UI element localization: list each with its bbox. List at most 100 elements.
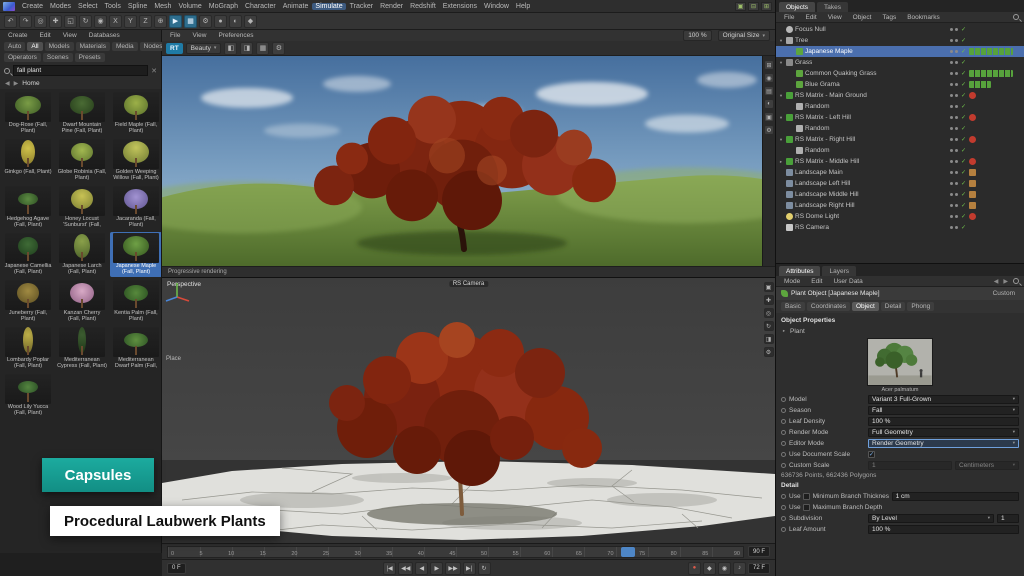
keyframe-dot[interactable] bbox=[781, 441, 786, 446]
object-menu-item[interactable]: Tags bbox=[879, 14, 899, 21]
keyframe-dot[interactable] bbox=[781, 527, 786, 532]
attribute-search-icon[interactable] bbox=[1013, 278, 1019, 284]
plant-asset-item[interactable]: Jacaranda (Fall, Plant) bbox=[110, 185, 161, 230]
panel-tab[interactable]: Objects bbox=[779, 2, 815, 12]
object-menu-item[interactable]: File bbox=[781, 14, 797, 21]
layout-icon[interactable]: ▣ bbox=[735, 2, 746, 11]
editor-visibility-dot[interactable] bbox=[950, 193, 953, 196]
editor-visibility-dot[interactable] bbox=[950, 127, 953, 130]
menu-item[interactable]: Mesh bbox=[151, 3, 174, 10]
asset-menu-item[interactable]: Edit bbox=[37, 32, 54, 39]
forward-icon[interactable]: ▶ bbox=[14, 80, 19, 87]
menu-item[interactable]: MoGraph bbox=[206, 3, 241, 10]
property-value[interactable]: 1 cm bbox=[892, 492, 1019, 501]
render-toolbar-icon[interactable]: ⚙ bbox=[272, 42, 285, 55]
menu-item[interactable]: Spline bbox=[125, 3, 150, 10]
asset-menu-item[interactable]: View bbox=[60, 32, 80, 39]
toolbar-icon[interactable]: ▶ bbox=[169, 15, 182, 28]
object-row[interactable]: Landscape Left Hill bbox=[776, 178, 1024, 189]
layout-icon[interactable]: ⊞ bbox=[761, 2, 772, 11]
attribute-menu-item[interactable]: User Data bbox=[830, 278, 865, 285]
toolbar-icon[interactable]: ◱ bbox=[64, 15, 77, 28]
start-frame-field[interactable]: 0 F bbox=[167, 563, 186, 574]
render-side-icon[interactable]: ◐ bbox=[764, 99, 774, 109]
object-row[interactable]: ▾ Grass bbox=[776, 57, 1024, 68]
enabled-check-icon[interactable] bbox=[960, 213, 967, 220]
toolbar-icon[interactable]: ◐ bbox=[229, 15, 242, 28]
menu-item[interactable]: Character bbox=[242, 3, 279, 10]
editor-visibility-dot[interactable] bbox=[950, 226, 953, 229]
enabled-check-icon[interactable] bbox=[960, 158, 967, 165]
filter-tab[interactable]: Media bbox=[112, 42, 138, 51]
editor-visibility-dot[interactable] bbox=[950, 138, 953, 141]
editor-visibility-dot[interactable] bbox=[950, 149, 953, 152]
object-row[interactable]: Landscape Main bbox=[776, 167, 1024, 178]
menu-item[interactable]: Tools bbox=[102, 3, 124, 10]
object-row[interactable]: ▾ RS Matrix - Main Ground bbox=[776, 90, 1024, 101]
render-visibility-dot[interactable] bbox=[955, 127, 958, 130]
object-row[interactable]: Focus Null bbox=[776, 24, 1024, 35]
toolbar-icon[interactable]: ⚙ bbox=[199, 15, 212, 28]
editor-visibility-dot[interactable] bbox=[950, 160, 953, 163]
expand-arrow-icon[interactable]: ▾ bbox=[778, 60, 784, 66]
enabled-check-icon[interactable] bbox=[960, 224, 967, 231]
render-visibility-dot[interactable] bbox=[955, 105, 958, 108]
enabled-check-icon[interactable] bbox=[960, 103, 967, 110]
panel-tab[interactable]: Takes bbox=[817, 2, 848, 12]
menu-item[interactable]: Create bbox=[19, 3, 46, 10]
editor-visibility-dot[interactable] bbox=[950, 171, 953, 174]
record-button[interactable]: ● bbox=[688, 562, 701, 575]
plant-asset-item[interactable]: Dwarf Mountain Pine (Fall, Plant) bbox=[56, 91, 108, 136]
filter-tab[interactable]: All bbox=[27, 42, 42, 51]
keyframe-dot[interactable] bbox=[781, 430, 786, 435]
toolbar-icon[interactable]: Y bbox=[124, 15, 137, 28]
expand-arrow-icon[interactable]: ▸ bbox=[781, 328, 787, 334]
keyframe-dot[interactable] bbox=[781, 494, 786, 499]
enabled-check-icon[interactable] bbox=[960, 180, 967, 187]
filter-tab[interactable]: Models bbox=[45, 42, 74, 51]
render-toolbar-icon[interactable]: ◨ bbox=[240, 42, 253, 55]
object-row[interactable]: ▾ RS Matrix - Left Hill bbox=[776, 112, 1024, 123]
enabled-check-icon[interactable] bbox=[960, 70, 967, 77]
keyframe-dot[interactable] bbox=[781, 452, 786, 457]
menu-item[interactable]: Animate bbox=[280, 3, 312, 10]
asset-menu-item[interactable]: Create bbox=[5, 32, 31, 39]
object-tags[interactable] bbox=[969, 70, 1013, 77]
object-row[interactable]: Landscape Middle Hill bbox=[776, 189, 1024, 200]
toolbar-icon[interactable]: Z bbox=[139, 15, 152, 28]
object-tags[interactable] bbox=[969, 158, 976, 165]
toolbar-icon[interactable]: ⊕ bbox=[154, 15, 167, 28]
rt-toggle-button[interactable]: RT bbox=[166, 43, 183, 54]
attribute-tab[interactable]: Phong bbox=[907, 302, 934, 311]
object-tags[interactable] bbox=[969, 81, 991, 88]
toolbar-icon[interactable]: ✚ bbox=[49, 15, 62, 28]
timeline-ruler[interactable]: 0 5 10 15 20 25 30 35 40 45 50 55 bbox=[167, 546, 744, 558]
object-row[interactable]: Japanese Maple bbox=[776, 46, 1024, 57]
object-menu-item[interactable]: Object bbox=[850, 14, 875, 21]
object-row[interactable]: Landscape Right Hill bbox=[776, 200, 1024, 211]
object-tags[interactable] bbox=[969, 48, 1013, 55]
editor-visibility-dot[interactable] bbox=[950, 116, 953, 119]
render-visibility-dot[interactable] bbox=[955, 204, 958, 207]
filter-tab[interactable]: Auto bbox=[4, 42, 25, 51]
render-visibility-dot[interactable] bbox=[955, 50, 958, 53]
clear-search-icon[interactable]: ✕ bbox=[151, 67, 157, 75]
menu-item[interactable]: Render bbox=[377, 3, 406, 10]
enabled-check-icon[interactable] bbox=[960, 147, 967, 154]
editor-visibility-dot[interactable] bbox=[950, 182, 953, 185]
property-value-secondary[interactable]: 1 bbox=[997, 514, 1019, 523]
transport-button[interactable]: ◀◀ bbox=[398, 562, 413, 575]
menu-item[interactable]: Select bbox=[75, 3, 100, 10]
render-visibility-dot[interactable] bbox=[955, 83, 958, 86]
property-value-secondary[interactable]: Centimeters bbox=[955, 461, 1019, 470]
editor-visibility-dot[interactable] bbox=[950, 105, 953, 108]
attribute-tab[interactable]: Detail bbox=[881, 302, 906, 311]
toolbar-icon[interactable]: ↷ bbox=[19, 15, 32, 28]
record-button[interactable]: ◉ bbox=[718, 562, 731, 575]
keyframe-dot[interactable] bbox=[781, 516, 786, 521]
plant-asset-item[interactable]: Field Maple (Fall, Plant) bbox=[110, 91, 161, 136]
transport-button[interactable]: ▶▶ bbox=[445, 562, 460, 575]
render-visibility-dot[interactable] bbox=[955, 182, 958, 185]
property-value[interactable]: Render Geometry bbox=[868, 439, 1019, 448]
object-tags[interactable] bbox=[969, 169, 976, 176]
